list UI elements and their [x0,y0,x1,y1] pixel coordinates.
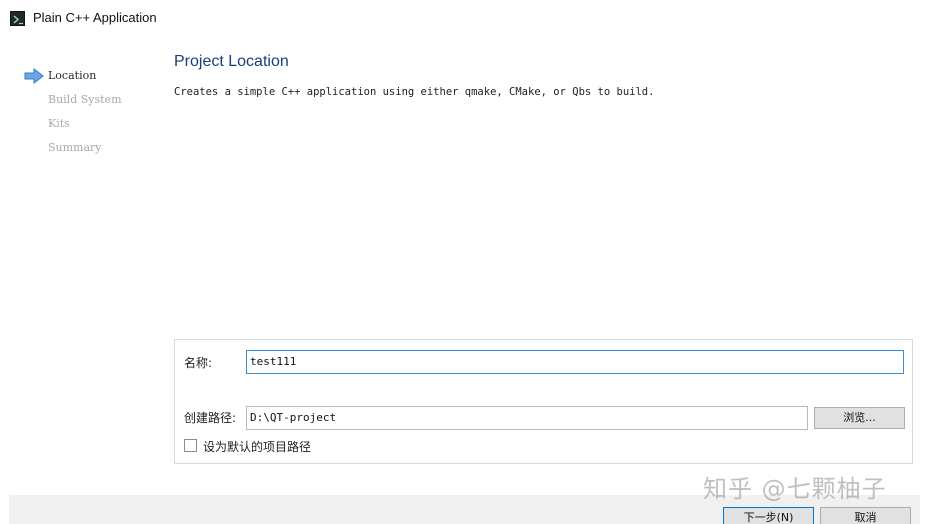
page-description: Creates a simple C++ application using e… [174,86,655,98]
step-label: Location [48,69,97,82]
window-title: Plain C++ Application [33,10,157,25]
path-input[interactable]: D:\QT-project [246,406,808,430]
step-label: Summary [48,141,102,154]
name-input[interactable]: test111 [246,350,904,374]
step-label: Build System [48,93,122,106]
project-location-form: 名称: test111 创建路径: D:\QT-project 浏览... 设为… [174,339,913,464]
name-label: 名称: [184,356,213,370]
arrow-right-icon [24,68,44,84]
wizard-steps: Location Build System Kits Summary [24,66,164,162]
step-label: Kits [48,117,70,130]
browse-button[interactable]: 浏览... [814,407,905,429]
default-path-checkbox[interactable] [184,439,197,452]
step-location: Location [24,66,164,90]
next-button[interactable]: 下一步(N) [723,507,814,524]
default-path-label[interactable]: 设为默认的项目路径 [203,438,311,455]
cancel-button[interactable]: 取消 [820,507,911,524]
step-summary: Summary [24,138,164,162]
step-kits: Kits [24,114,164,138]
page-title: Project Location [174,53,289,70]
title-bar: Plain C++ Application [0,0,929,38]
step-build-system: Build System [24,90,164,114]
terminal-icon [10,11,25,26]
path-label: 创建路径: [184,411,237,425]
watermark: 知乎 @七颗柚子 [703,475,887,503]
